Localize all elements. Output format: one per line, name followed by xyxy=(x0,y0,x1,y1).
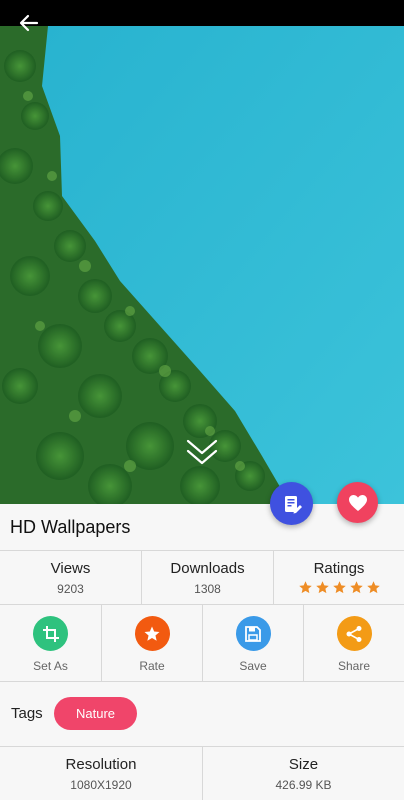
double-chevron-down-icon[interactable] xyxy=(185,438,219,468)
size-value: 426.99 KB xyxy=(275,778,332,792)
photo-editor-button[interactable] xyxy=(270,482,313,525)
heart-icon xyxy=(348,494,367,511)
downloads-value: 1308 xyxy=(194,582,221,596)
rating-star-icon xyxy=(298,581,312,594)
star-icon xyxy=(144,626,160,641)
downloads-label: Downloads xyxy=(170,560,245,577)
tags-label: Tags xyxy=(11,705,43,722)
resolution-value: 1080X1920 xyxy=(70,778,132,792)
rate-button[interactable]: Rate xyxy=(101,605,202,681)
actions-row: Set As Rate Save Share xyxy=(0,605,404,681)
size-label: Size xyxy=(288,756,319,773)
favorite-button[interactable] xyxy=(337,482,378,523)
resolution-info: Resolution 1080X1920 xyxy=(0,747,202,800)
views-value: 9203 xyxy=(57,582,84,596)
info-row: Resolution 1080X1920 Size 426.99 KB xyxy=(0,747,404,800)
rating-star-icon xyxy=(332,581,346,594)
wallpaper-title: HD Wallpapers xyxy=(10,517,131,537)
views-stat: Views 9203 xyxy=(0,551,141,604)
save-icon-circle xyxy=(235,616,271,651)
resolution-label: Resolution xyxy=(65,756,137,773)
save-button[interactable]: Save xyxy=(202,605,303,681)
status-bar xyxy=(0,0,404,26)
downloads-stat: Downloads 1308 xyxy=(141,551,273,604)
floppy-disk-icon xyxy=(245,625,261,642)
rating-star-icon xyxy=(349,581,363,594)
rating-star-icon xyxy=(366,581,380,594)
save-label: Save xyxy=(239,659,267,673)
ratings-label: Ratings xyxy=(313,560,365,577)
set-as-icon-circle xyxy=(33,616,68,651)
views-label: Views xyxy=(50,560,91,577)
rating-star-icon xyxy=(315,581,329,594)
rating-stars xyxy=(274,580,404,595)
share-label: Share xyxy=(337,659,371,673)
rate-label: Rate xyxy=(139,659,165,673)
set-as-button[interactable]: Set As xyxy=(0,605,101,681)
ratings-stat: Ratings xyxy=(273,551,404,604)
stats-row: Views 9203 Downloads 1308 Ratings xyxy=(0,551,404,604)
wallpaper-image[interactable] xyxy=(0,26,404,504)
photo-editor-icon xyxy=(284,495,302,513)
share-icon-circle xyxy=(336,616,372,651)
crop-icon xyxy=(42,625,59,642)
tag-chip-nature[interactable]: Nature xyxy=(54,697,137,730)
share-icon xyxy=(346,625,362,642)
set-as-label: Set As xyxy=(33,659,68,673)
rate-icon-circle xyxy=(134,616,170,651)
back-button[interactable] xyxy=(14,8,44,38)
share-button[interactable]: Share xyxy=(303,605,404,681)
size-info: Size 426.99 KB xyxy=(202,747,404,800)
arrow-left-icon xyxy=(19,14,39,32)
